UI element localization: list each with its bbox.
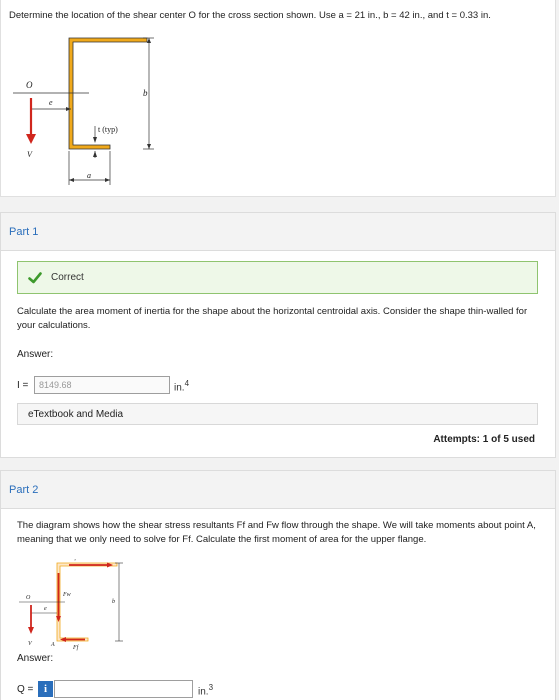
correct-label: Correct [51, 272, 84, 283]
problem-statement: Determine the location of the shear cent… [9, 10, 491, 21]
part2-field-prefix: Q = [17, 684, 34, 695]
check-icon [28, 271, 42, 283]
attempts-counter: Attempts: 1 of 5 used [433, 434, 535, 445]
label-t: t (typ) [98, 125, 118, 134]
etextbook-media-link[interactable]: eTextbook and Media [17, 403, 538, 425]
label-b: b [112, 599, 115, 605]
channel-section-figure: O e b t (typ) a V [13, 37, 154, 185]
shear-flow-figure: Ff Fw Ff O e b V A [19, 559, 123, 651]
part1-field-prefix: I = [17, 380, 29, 391]
part2-question: The diagram shows how the shear stress r… [17, 520, 536, 545]
label-b: b [143, 88, 148, 98]
part2-header[interactable]: Part 2 [1, 471, 555, 509]
part1-title[interactable]: Part 1 [9, 226, 38, 238]
moment-of-inertia-input[interactable] [34, 376, 170, 394]
label-V: V [28, 641, 33, 647]
part1-card: Part 1 Correct Calculate the area moment… [0, 212, 556, 458]
label-e: e [44, 606, 47, 612]
label-V: V [27, 150, 33, 159]
label-A: A [50, 642, 55, 648]
label-e: e [49, 98, 53, 107]
part1-unit: in.4 [174, 379, 190, 394]
label-Ff-bottom: Ff [72, 644, 80, 651]
label-Fw: Fw [62, 592, 71, 598]
label-O: O [26, 595, 31, 601]
correct-banner: Correct [17, 261, 538, 294]
part1-header[interactable]: Part 1 [1, 213, 555, 251]
label-Ff-top: Ff [70, 559, 78, 561]
info-icon[interactable]: i [38, 681, 53, 697]
part2-title[interactable]: Part 2 [9, 484, 38, 496]
label-a: a [87, 171, 91, 180]
first-moment-input[interactable] [54, 680, 193, 698]
part1-question: Calculate the area moment of inertia for… [17, 306, 528, 331]
label-O: O [26, 80, 33, 90]
part1-answer-label: Answer: [17, 349, 54, 360]
problem-card: Determine the location of the shear cent… [0, 0, 556, 197]
part2-card: Part 2 The diagram shows how the shear s… [0, 470, 556, 700]
part2-answer-label: Answer: [17, 653, 54, 664]
part2-unit: in.3 [198, 683, 214, 698]
